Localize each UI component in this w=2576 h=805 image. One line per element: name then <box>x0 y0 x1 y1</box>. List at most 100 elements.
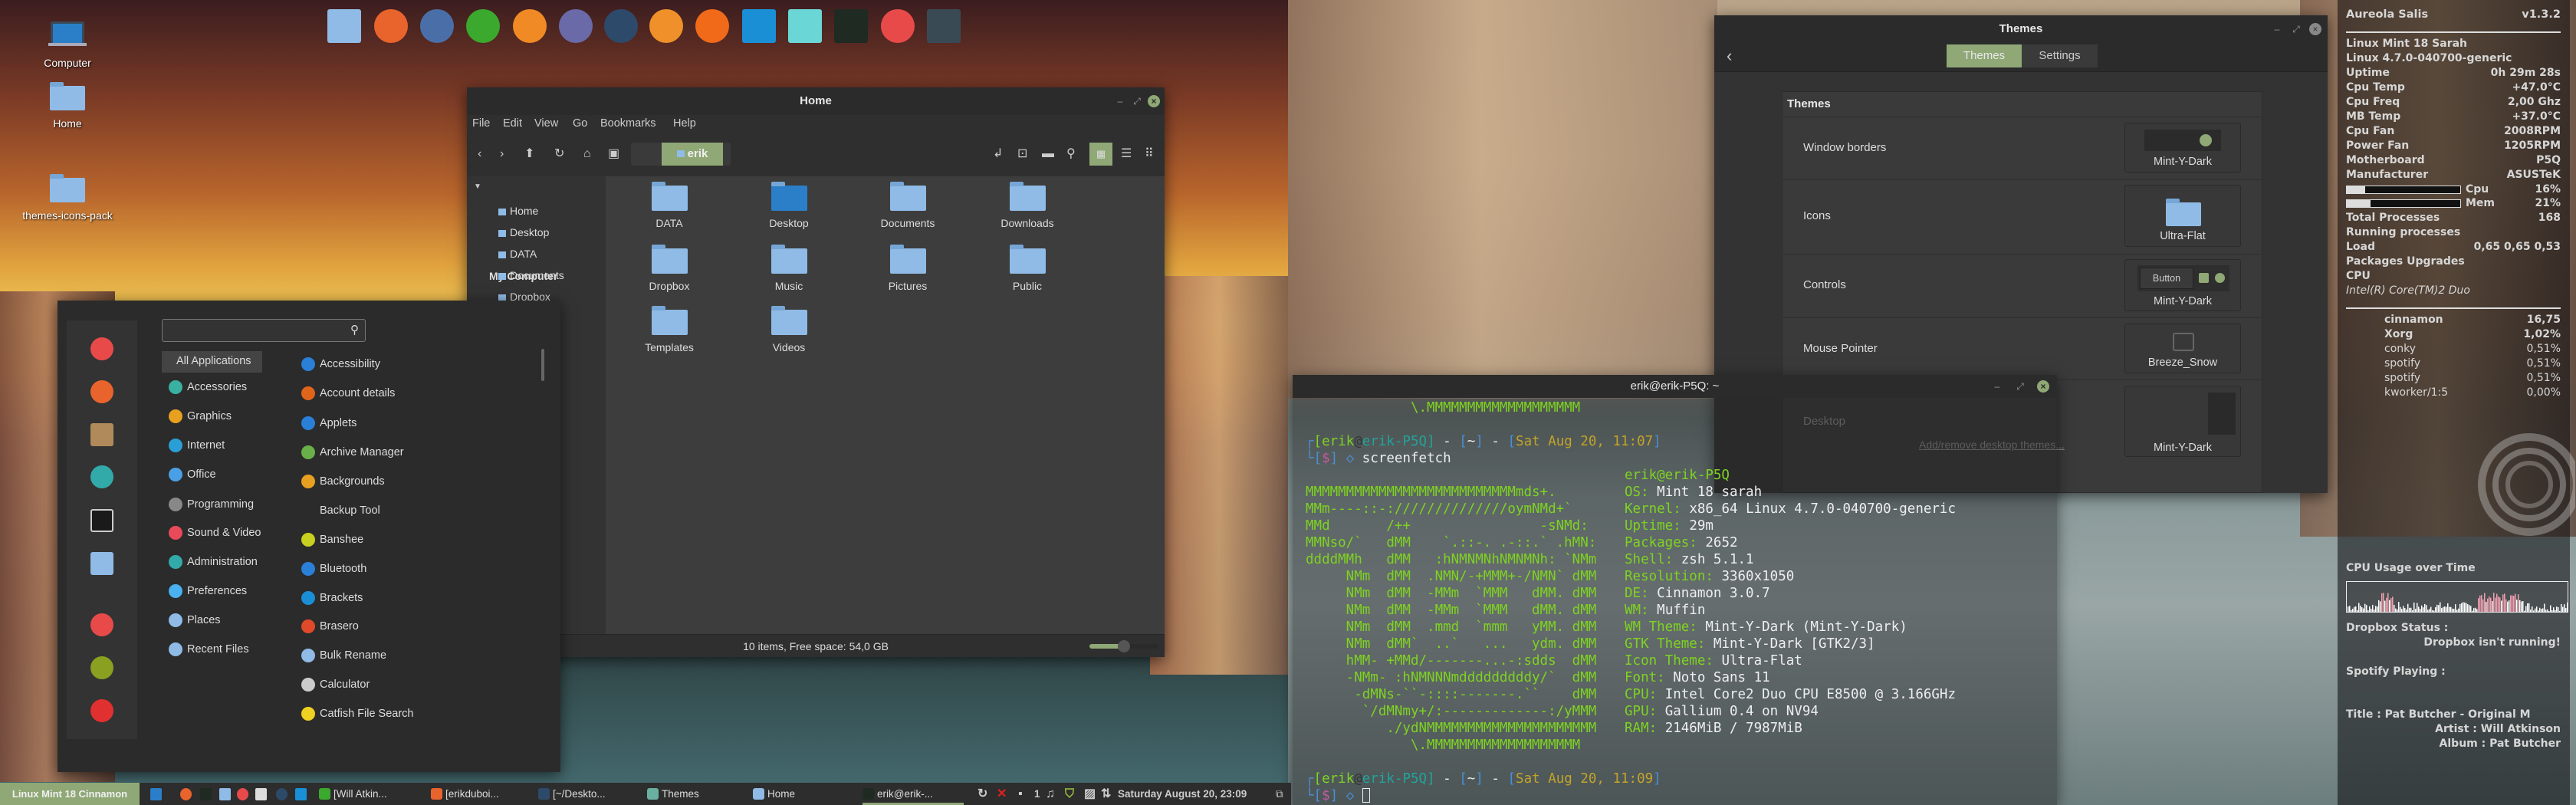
file-item-desktop[interactable]: Desktop <box>747 182 831 229</box>
category-internet[interactable]: Internet <box>169 438 225 453</box>
firefox-icon[interactable] <box>90 380 113 403</box>
category-office[interactable]: Office <box>169 467 216 482</box>
zoom-slider[interactable] <box>1089 640 1158 652</box>
file-item-pictures[interactable]: Pictures <box>866 245 950 292</box>
theme-preview-button[interactable]: Mint-Y-Dark <box>2124 386 2241 457</box>
app-backup-tool[interactable]: Backup Tool <box>301 503 380 518</box>
firefox-icon[interactable] <box>180 788 192 800</box>
file-item-videos[interactable]: Videos <box>747 306 831 353</box>
home-button[interactable]: ⌂ <box>583 146 591 162</box>
tab-themes[interactable]: Themes <box>1947 44 2022 67</box>
files-icon[interactable] <box>90 552 113 575</box>
up-button[interactable]: ⬆ <box>524 146 534 162</box>
notifications-icon[interactable]: ▪ <box>1018 783 1023 805</box>
category-programming[interactable]: Programming <box>169 497 254 512</box>
app-account-details[interactable]: Account details <box>301 386 395 401</box>
file-item-templates[interactable]: Templates <box>627 306 711 353</box>
menu-help[interactable]: Help <box>673 117 696 130</box>
package-manager-icon[interactable] <box>90 423 113 446</box>
maximize-button[interactable]: ⤢ <box>2290 23 2302 35</box>
category-all-applications[interactable]: All Applications <box>176 353 251 369</box>
taskbar-window-erikduboi[interactable]: [erikduboi... <box>431 783 499 805</box>
network-icon[interactable]: ⇅ <box>1101 783 1111 805</box>
icon-view-button[interactable]: ▦ <box>1089 143 1112 166</box>
workspace-switcher-icon[interactable]: ⧉ <box>1276 783 1283 805</box>
refresh-icon[interactable]: ↻ <box>978 783 987 805</box>
sidebar-item-documents[interactable]: Documents <box>498 268 564 282</box>
vlc-icon[interactable] <box>695 9 729 43</box>
file-item-public[interactable]: Public <box>985 245 1070 292</box>
file-item-data[interactable]: DATA <box>627 182 711 229</box>
tab-settings[interactable]: Settings <box>2022 44 2098 67</box>
category-administration[interactable]: Administration <box>169 554 258 570</box>
file-item-documents[interactable]: Documents <box>866 182 950 229</box>
app-brackets[interactable]: Brackets <box>301 590 363 606</box>
app-bluetooth[interactable]: Bluetooth <box>301 561 366 577</box>
open-terminal-button[interactable]: ↲ <box>993 146 1003 162</box>
menu-view[interactable]: View <box>534 117 558 130</box>
app-bulk-rename[interactable]: Bulk Rename <box>301 648 386 663</box>
list-view-button[interactable]: ☰ <box>1121 146 1132 162</box>
show-desktop-icon[interactable] <box>150 788 162 800</box>
category-preferences[interactable]: Preferences <box>169 583 247 599</box>
terminal-command[interactable]: screenfetch <box>1362 451 1451 466</box>
shutdown-icon[interactable] <box>90 699 113 722</box>
sidebar-item-desktop[interactable]: Desktop <box>498 225 549 239</box>
menu-edit[interactable]: Edit <box>503 117 522 130</box>
app-banshee[interactable]: Banshee <box>301 532 363 547</box>
reload-button[interactable]: ↻ <box>554 146 564 162</box>
files-icon[interactable] <box>327 9 361 43</box>
logout-icon[interactable] <box>90 656 113 679</box>
close-button[interactable]: × <box>2309 23 2321 35</box>
spotify-icon[interactable] <box>466 9 500 43</box>
desktop-icon-computer[interactable]: Computer <box>14 21 121 69</box>
app-backgrounds[interactable]: Backgrounds <box>301 474 385 489</box>
taskbar-window-home[interactable]: Home <box>753 783 795 805</box>
terminal-icon[interactable] <box>927 9 961 43</box>
app-archive-manager[interactable]: Archive Manager <box>301 445 404 460</box>
compact-view-button[interactable]: ⠿ <box>1145 146 1154 162</box>
close-button[interactable]: × <box>2037 380 2049 393</box>
search-input[interactable]: ⚲ <box>162 319 366 342</box>
category-graphics[interactable]: Graphics <box>169 409 232 424</box>
close-x-icon[interactable]: ✕ <box>997 783 1007 805</box>
chromium-icon[interactable] <box>237 788 248 800</box>
close-button[interactable]: × <box>1148 95 1160 107</box>
forward-button[interactable]: › <box>500 146 504 162</box>
brackets-icon[interactable] <box>295 788 307 800</box>
screenshot-icon[interactable] <box>788 9 822 43</box>
file-item-music[interactable]: Music <box>747 245 831 292</box>
brackets-icon[interactable] <box>742 9 776 43</box>
music-icon[interactable]: ♫ <box>1046 783 1055 805</box>
minimize-button[interactable]: – <box>1991 380 2003 393</box>
text-editor-icon[interactable] <box>420 9 454 43</box>
maximize-button[interactable]: ⤢ <box>1131 95 1143 107</box>
taskbar-window-themes[interactable]: Themes <box>647 783 699 805</box>
minimize-button[interactable]: – <box>1114 95 1126 107</box>
new-folder-button[interactable]: ▬ <box>1042 146 1054 162</box>
files-icon[interactable] <box>219 788 231 800</box>
app-brasero[interactable]: Brasero <box>301 619 359 634</box>
category-accessories[interactable]: Accessories <box>169 380 247 395</box>
zoom-slider-handle[interactable] <box>1118 640 1130 652</box>
theme-preview-button[interactable]: Button Mint-Y-Dark <box>2124 259 2241 311</box>
chromium-icon[interactable] <box>90 337 113 360</box>
screenshot-icon[interactable] <box>255 788 267 800</box>
terminal-icon-button[interactable]: ⊡ <box>1017 146 1027 162</box>
sublime-text-icon[interactable] <box>604 9 638 43</box>
category-sound-video[interactable]: Sound & Video <box>169 525 261 540</box>
computer-button[interactable]: ▣ <box>608 146 619 162</box>
back-button[interactable]: ‹ <box>1727 46 1732 66</box>
sidebar-item-home[interactable]: Home <box>498 204 538 218</box>
menu-go[interactable]: Go <box>573 117 587 130</box>
sidebar-item-data[interactable]: DATA <box>498 247 537 261</box>
search-button[interactable]: ⚲ <box>1066 146 1076 162</box>
taskbar-window-deskto[interactable]: [~/Deskto... <box>538 783 606 805</box>
terminal-icon[interactable] <box>200 788 212 800</box>
desktop-icon-home[interactable]: Home <box>14 82 121 130</box>
terminal-icon[interactable] <box>90 509 113 532</box>
gimp-icon[interactable] <box>513 9 547 43</box>
shield-icon[interactable]: ⛉ <box>1065 783 1074 805</box>
menu-file[interactable]: File <box>472 117 490 130</box>
system-monitor-icon[interactable] <box>834 9 868 43</box>
